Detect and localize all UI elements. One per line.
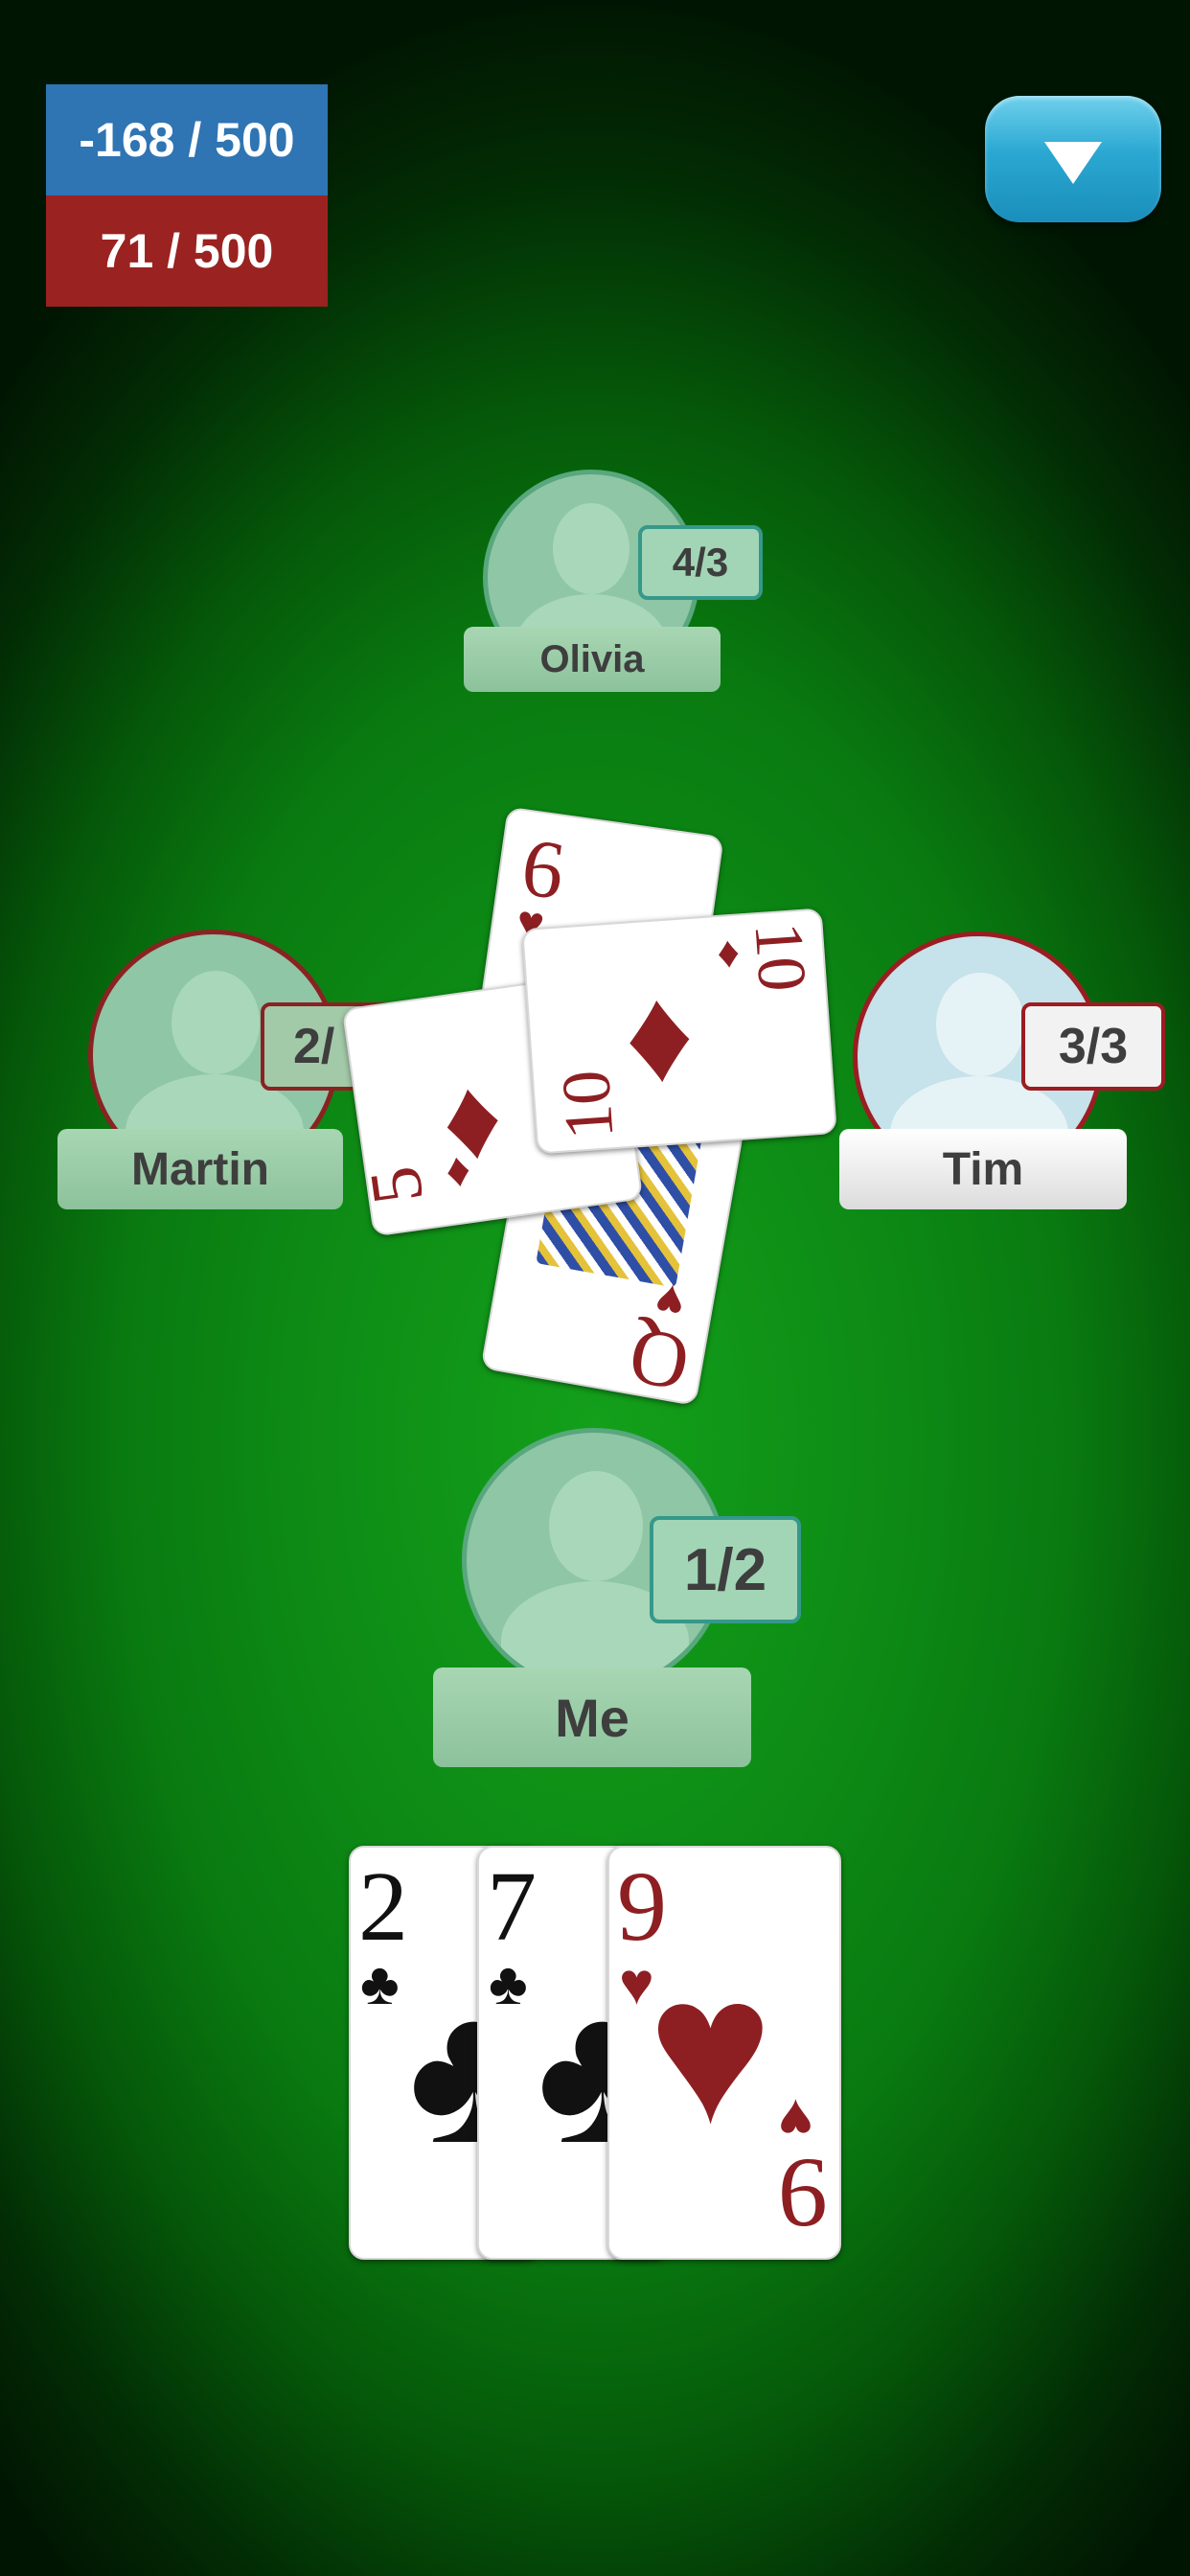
player-name: Martin [57, 1129, 343, 1209]
card-rank-bottom: 10 [546, 1068, 629, 1142]
card-rank: Q [623, 1310, 697, 1407]
card-rank: 2 [358, 1852, 408, 1962]
hand-card-9-hearts[interactable]: 9 ♥ ♥ ♥ 9 [607, 1846, 841, 2260]
card-rank: 5 [354, 1162, 440, 1209]
card-suit: ♦ [715, 926, 742, 978]
card-suit: ♣ [489, 1951, 528, 2017]
card-center-pip: ♦ [619, 956, 698, 1112]
team2-score: 71 / 500 [46, 196, 328, 307]
bid-badge: 1/2 [650, 1516, 801, 1623]
card-suit: ♣ [360, 1951, 400, 2017]
menu-button[interactable] [985, 96, 1161, 222]
player-name: Olivia [464, 627, 721, 692]
triangle-down-icon [1044, 142, 1102, 184]
bid-badge: 3/3 [1021, 1002, 1165, 1091]
team1-score: -168 / 500 [46, 84, 328, 196]
card-rank-bottom: 9 [778, 2138, 828, 2248]
trick-card-10-diamonds: ♦ 10 ♦ 10 [521, 908, 837, 1155]
card-rank: 10 [740, 919, 822, 995]
player-name: Me [433, 1668, 751, 1767]
player-name: Tim [839, 1129, 1127, 1209]
bid-badge: 4/3 [638, 525, 763, 600]
card-rank: 7 [487, 1852, 537, 1962]
card-center-pip: ♥ [648, 1931, 773, 2167]
